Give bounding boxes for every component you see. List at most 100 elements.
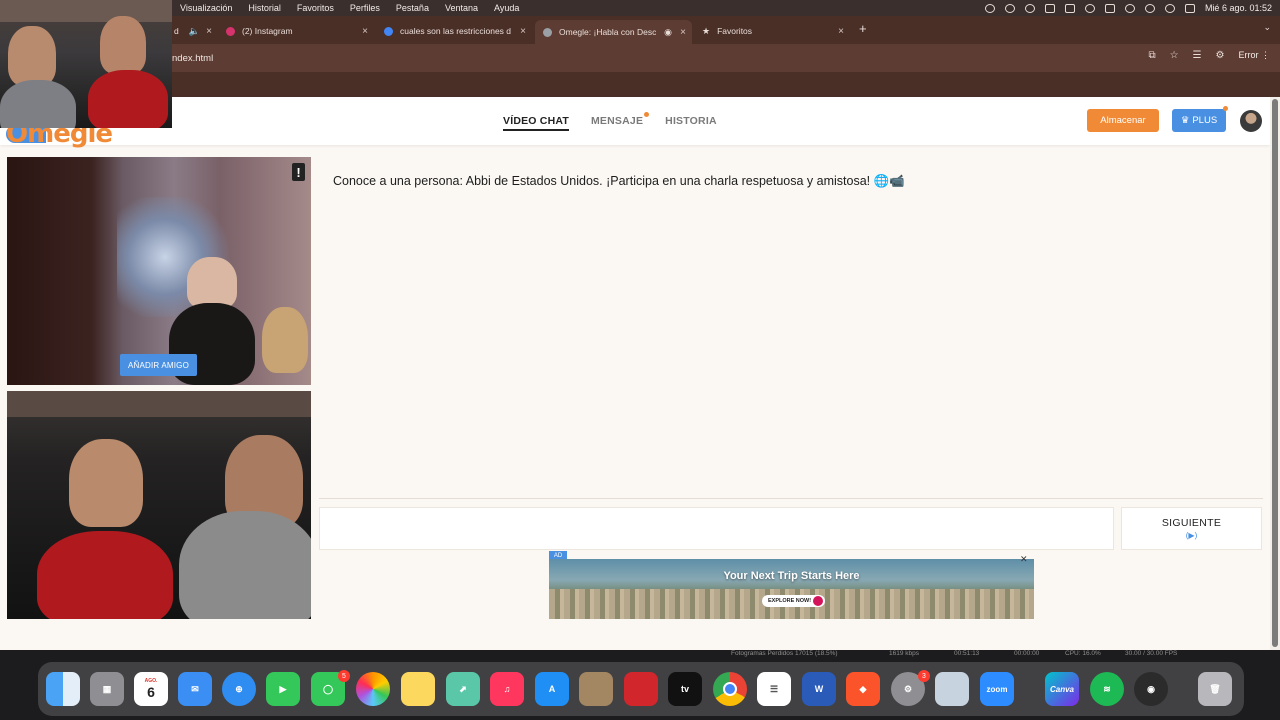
notes-icon[interactable] <box>401 672 435 706</box>
close-tab-icon[interactable]: × <box>838 26 844 37</box>
notification-dot <box>644 112 650 117</box>
cloud-icon[interactable] <box>1024 3 1035 13</box>
facetime-icon[interactable]: ▶ <box>266 672 300 706</box>
report-button[interactable]: ! <box>292 163 305 181</box>
menu-perfiles[interactable]: Perfiles <box>342 3 388 13</box>
next-button[interactable]: SIGUIENTE (▶) <box>1121 507 1262 550</box>
person-left-shirt <box>37 531 173 619</box>
tab-search-icon[interactable]: ⌄ <box>1263 22 1271 33</box>
nav-mensaje[interactable]: MENSAJE <box>591 112 650 131</box>
search-icon[interactable] <box>1144 3 1155 13</box>
canva-label: Canva <box>1049 684 1074 694</box>
display-icon[interactable] <box>1044 3 1055 13</box>
cast-icon[interactable]: ⧉ <box>1148 50 1155 61</box>
tab-google[interactable]: cuales son las restricciones d × <box>376 20 532 42</box>
plus-label: PLUS <box>1192 115 1218 126</box>
web-page: Omegle VÍDEO CHAT MENSAJE HISTORIA Almac… <box>0 97 1270 650</box>
obs-icon[interactable]: ◉ <box>1134 672 1168 706</box>
tab-favoritos[interactable]: ★ Favoritos × <box>694 20 850 42</box>
canva-icon[interactable]: Canva <box>1045 672 1079 706</box>
close-tab-icon[interactable]: × <box>362 26 368 37</box>
messages-badge: 5 <box>338 670 350 682</box>
preview-icon[interactable] <box>935 672 969 706</box>
add-friend-button[interactable]: AÑADIR AMIGO <box>120 354 197 376</box>
word-icon[interactable]: W <box>802 672 836 706</box>
chrome-icon[interactable] <box>713 672 747 706</box>
tab-label: cuales son las restricciones d <box>400 26 512 36</box>
spotify-icon[interactable]: ≋ <box>1090 672 1124 706</box>
toolbar-actions: ⧉ ☆ ☰ ⚙ Error ⋮ <box>1148 50 1270 61</box>
brave-icon[interactable]: ◆ <box>846 672 880 706</box>
nav-video-chat[interactable]: VÍDEO CHAT <box>503 115 569 131</box>
error-label: Error <box>1238 50 1259 60</box>
site-header: Omegle VÍDEO CHAT MENSAJE HISTORIA Almac… <box>0 97 1270 149</box>
system-message: Conoce a una persona: Abbi de Estados Un… <box>333 174 905 188</box>
macos-menubar: Visualización Historial Favoritos Perfil… <box>0 0 1280 16</box>
tab-label: (2) Instagram <box>242 26 293 36</box>
chrome-center <box>723 682 737 696</box>
app-menu: Visualización Historial Favoritos Perfil… <box>172 0 527 16</box>
tab-instagram[interactable]: (2) Instagram × <box>218 20 374 42</box>
ad-close-icon[interactable]: ✕ <box>1020 554 1028 565</box>
wifi-icon[interactable] <box>1164 3 1175 13</box>
nav-historia[interactable]: HISTORIA <box>665 115 717 131</box>
new-tab-icon[interactable]: + <box>859 21 867 36</box>
apple-tv-icon[interactable]: tv <box>668 672 702 706</box>
user-avatar[interactable] <box>1240 110 1262 132</box>
menu-pestana[interactable]: Pestaña <box>388 3 437 13</box>
zoom-icon[interactable]: zoom <box>980 672 1014 706</box>
plus-button[interactable]: ♛ PLUS <box>1172 106 1228 132</box>
finder-icon[interactable] <box>46 672 80 706</box>
profile-error-button[interactable]: Error ⋮ <box>1238 50 1270 61</box>
speaker-icon[interactable]: 🔈 <box>189 26 200 37</box>
mail-icon[interactable]: ✉ <box>178 672 212 706</box>
safari-icon[interactable]: ⊕ <box>222 672 256 706</box>
launchpad-icon[interactable]: ▦ <box>90 672 124 706</box>
webcam-ceiling <box>0 0 172 22</box>
music-icon[interactable]: ♫ <box>490 672 524 706</box>
trash-icon[interactable]: 🗑 <box>1198 672 1232 706</box>
creative-cloud-icon[interactable] <box>1004 3 1015 13</box>
volume-icon[interactable] <box>1064 3 1075 13</box>
ad-cta-button[interactable]: EXPLORE NOW! <box>762 595 826 607</box>
address-bar: ndex.html ⧉ ☆ ☰ ⚙ Error ⋮ <box>0 44 1280 72</box>
fps: 30.00 / 30.00 FPS <box>1125 650 1178 657</box>
menu-ayuda[interactable]: Ayuda <box>486 3 527 13</box>
close-tab-icon[interactable]: × <box>520 26 526 37</box>
close-tab-icon[interactable]: × <box>680 27 686 38</box>
clock[interactable]: Mié 6 ago. 01:52 <box>1205 3 1272 13</box>
maps-icon[interactable]: ⬈ <box>446 672 480 706</box>
chat-input[interactable] <box>319 507 1114 550</box>
store-button[interactable]: Almacenar <box>1087 109 1159 132</box>
tab-partial[interactable]: d 🔈 × <box>166 20 218 42</box>
menu-historial[interactable]: Historial <box>240 3 289 13</box>
sync-icon[interactable] <box>984 3 995 13</box>
photos-icon[interactable] <box>356 672 390 706</box>
webcam-person-left-hoodie <box>0 80 76 128</box>
battery-icon[interactable] <box>1124 3 1135 13</box>
play-icon[interactable] <box>1084 3 1095 13</box>
contacts-icon[interactable] <box>579 672 613 706</box>
app-store-icon[interactable]: A <box>535 672 569 706</box>
self-video <box>7 391 311 619</box>
bookmark-star-icon[interactable]: ☆ <box>1170 50 1179 61</box>
bluetooth-icon[interactable] <box>1104 3 1115 13</box>
reminders-icon[interactable]: ☰ <box>757 672 791 706</box>
extensions-icon[interactable]: ⚙ <box>1216 50 1225 61</box>
tab-label: Favoritos <box>717 26 753 36</box>
scrollbar-thumb[interactable] <box>1272 99 1278 647</box>
reading-list-icon[interactable]: ☰ <box>1193 50 1202 61</box>
tab-omegle[interactable]: Omegle: ¡Habla con Desc ◉ × <box>535 20 692 44</box>
menu-visualizacion[interactable]: Visualización <box>172 3 240 13</box>
ad-banner[interactable]: Your Next Trip Starts Here EXPLORE NOW! <box>549 559 1034 619</box>
url-field[interactable]: ndex.html <box>172 53 213 64</box>
control-center-icon[interactable] <box>1184 3 1195 13</box>
menu-favoritos[interactable]: Favoritos <box>289 3 342 13</box>
photo-booth-icon[interactable] <box>624 672 658 706</box>
webcam-person-right-face <box>100 16 146 74</box>
bitrate: 1619 kbps <box>889 650 919 657</box>
menu-ventana[interactable]: Ventana <box>437 3 486 13</box>
calendar-icon[interactable]: AGO. 6 <box>134 672 168 706</box>
close-tab-icon[interactable]: × <box>206 26 212 37</box>
globe-icon <box>543 27 552 37</box>
